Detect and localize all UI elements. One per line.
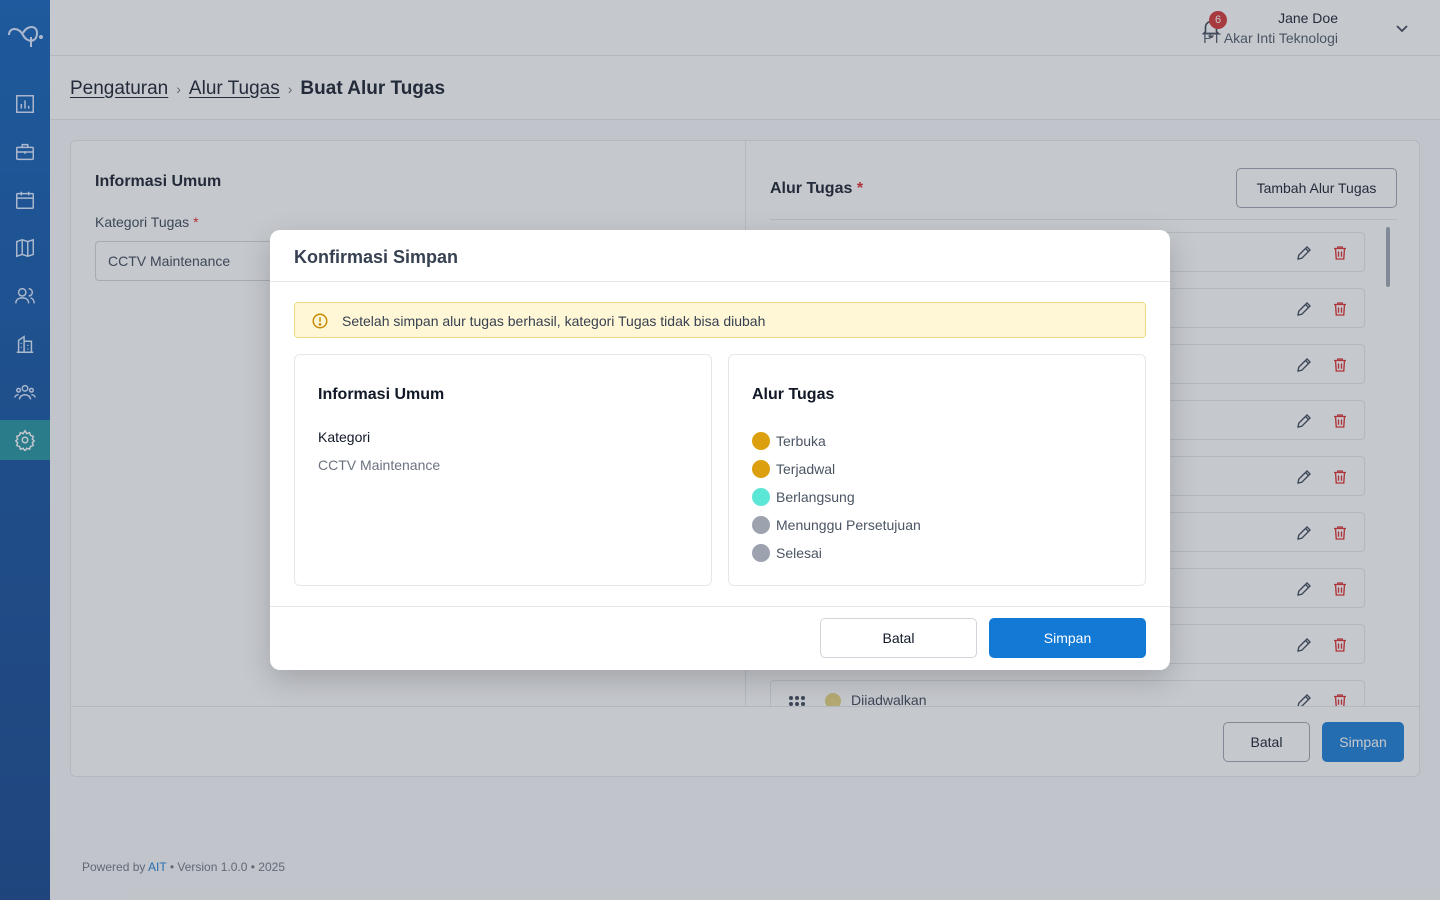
modal-cancel-button[interactable]: Batal	[820, 618, 977, 658]
confirm-save-modal: Konfirmasi Simpan Setelah simpan alur tu…	[270, 230, 1170, 670]
list-item: Menunggu Persetujuan	[752, 511, 921, 539]
panel-title: Alur Tugas	[752, 386, 835, 403]
flow-summary-list: Terbuka Terjadwal Berlangsung Menunggu P…	[752, 427, 921, 567]
list-item: Terbuka	[752, 427, 921, 455]
modal-save-button[interactable]: Simpan	[989, 618, 1146, 658]
status-dot	[752, 432, 770, 450]
warning-icon	[312, 313, 328, 329]
divider	[270, 281, 1170, 282]
status-dot	[752, 488, 770, 506]
status-dot	[752, 460, 770, 478]
flow-label: Berlangsung	[776, 489, 855, 505]
panel-title: Informasi Umum	[318, 386, 445, 403]
summary-general-panel: Informasi Umum Kategori CCTV Maintenance	[294, 354, 712, 586]
summary-flow-panel: Alur Tugas Terbuka Terjadwal Berlangsung…	[728, 354, 1146, 586]
category-value: CCTV Maintenance	[318, 457, 441, 473]
list-item: Terjadwal	[752, 455, 921, 483]
category-label: Kategori	[318, 429, 371, 445]
warning-alert: Setelah simpan alur tugas berhasil, kate…	[294, 302, 1146, 338]
flow-label: Menunggu Persetujuan	[776, 517, 921, 533]
flow-label: Terbuka	[776, 433, 826, 449]
list-item: Berlangsung	[752, 483, 921, 511]
flow-label: Terjadwal	[776, 461, 836, 477]
modal-title: Konfirmasi Simpan	[294, 247, 459, 267]
status-dot	[752, 544, 770, 562]
divider	[270, 606, 1170, 607]
status-dot	[752, 516, 770, 534]
flow-label: Selesai	[776, 545, 822, 561]
list-item: Selesai	[752, 539, 921, 567]
alert-text: Setelah simpan alur tugas berhasil, kate…	[342, 313, 766, 329]
